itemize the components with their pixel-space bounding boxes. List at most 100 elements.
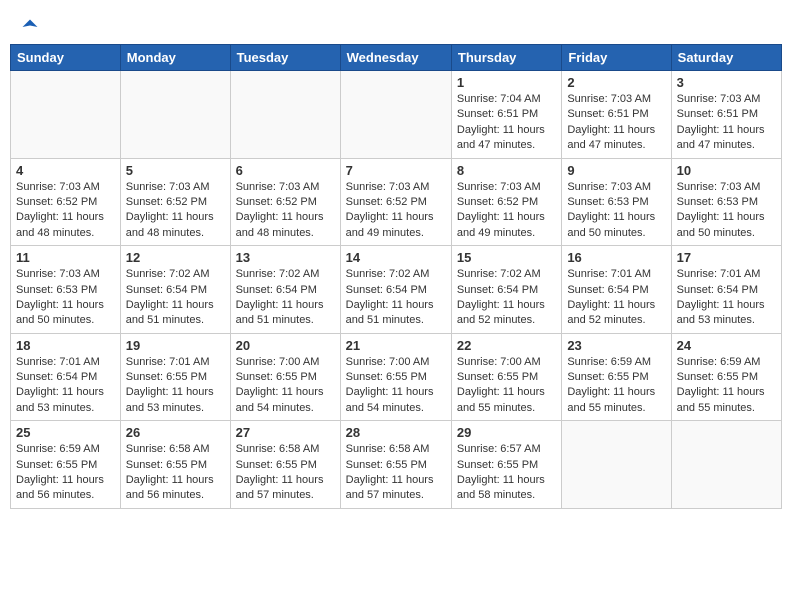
calendar-cell: 16 Sunrise: 7:01 AM Sunset: 6:54 PM Dayli… <box>562 246 671 334</box>
cell-content: Sunrise: 7:03 AM Sunset: 6:52 PM Dayligh… <box>236 180 335 242</box>
calendar-cell: 7 Sunrise: 7:03 AM Sunset: 6:52 PM Daylig… <box>340 158 451 246</box>
day-number: 4 <box>16 163 115 178</box>
day-number: 2 <box>567 75 665 90</box>
cell-content: Sunrise: 6:59 AM Sunset: 6:55 PM Dayligh… <box>16 442 115 504</box>
day-number: 17 <box>677 250 776 265</box>
calendar-cell <box>120 71 230 159</box>
calendar-cell: 6Sunrise: 7:03 AM Sunset: 6:52 PM Daylig… <box>230 158 340 246</box>
day-number: 1 <box>457 75 556 90</box>
day-number: 22 <box>457 338 556 353</box>
cell-content: Sunrise: 7:01 AM Sunset: 6:55 PM Dayligh… <box>126 355 225 417</box>
cell-content: Sunrise: 7:01 AM Sunset: 6:54 PM Dayligh… <box>677 267 776 329</box>
calendar-cell: 9 Sunrise: 7:03 AM Sunset: 6:53 PM Daylig… <box>562 158 671 246</box>
calendar-cell: 14 Sunrise: 7:02 AM Sunset: 6:54 PM Dayli… <box>340 246 451 334</box>
cell-content: Sunrise: 7:04 AM Sunset: 6:51 PM Dayligh… <box>457 92 556 154</box>
calendar-cell: 17 Sunrise: 7:01 AM Sunset: 6:54 PM Dayli… <box>671 246 781 334</box>
cell-content: Sunrise: 6:58 AM Sunset: 6:55 PM Dayligh… <box>236 442 335 504</box>
calendar-cell: 10Sunrise: 7:03 AM Sunset: 6:53 PM Dayli… <box>671 158 781 246</box>
calendar-cell: 15 Sunrise: 7:02 AM Sunset: 6:54 PM Dayli… <box>451 246 561 334</box>
calendar-cell: 27 Sunrise: 6:58 AM Sunset: 6:55 PM Dayli… <box>230 421 340 509</box>
calendar-cell: 1 Sunrise: 7:04 AM Sunset: 6:51 PM Daylig… <box>451 71 561 159</box>
calendar-cell: 18 Sunrise: 7:01 AM Sunset: 6:54 PM Dayli… <box>11 333 121 421</box>
calendar-cell: 24 Sunrise: 6:59 AM Sunset: 6:55 PM Dayli… <box>671 333 781 421</box>
calendar-cell: 4 Sunrise: 7:03 AM Sunset: 6:52 PM Daylig… <box>11 158 121 246</box>
calendar-header-row: SundayMondayTuesdayWednesdayThursdayFrid… <box>11 45 782 71</box>
calendar-cell: 22 Sunrise: 7:00 AM Sunset: 6:55 PM Dayli… <box>451 333 561 421</box>
day-number: 14 <box>346 250 446 265</box>
column-header-saturday: Saturday <box>671 45 781 71</box>
cell-content: Sunrise: 6:58 AM Sunset: 6:55 PM Dayligh… <box>126 442 225 504</box>
day-number: 25 <box>16 425 115 440</box>
calendar-cell: 5 Sunrise: 7:03 AM Sunset: 6:52 PM Daylig… <box>120 158 230 246</box>
day-number: 5 <box>126 163 225 178</box>
day-number: 10 <box>677 163 776 178</box>
calendar-cell: 12Sunrise: 7:02 AM Sunset: 6:54 PM Dayli… <box>120 246 230 334</box>
cell-content: Sunrise: 7:00 AM Sunset: 6:55 PM Dayligh… <box>236 355 335 417</box>
calendar-cell <box>671 421 781 509</box>
cell-content: Sunrise: 7:01 AM Sunset: 6:54 PM Dayligh… <box>16 355 115 417</box>
calendar-cell: 8 Sunrise: 7:03 AM Sunset: 6:52 PM Daylig… <box>451 158 561 246</box>
calendar-cell <box>11 71 121 159</box>
cell-content: Sunrise: 6:58 AM Sunset: 6:55 PM Dayligh… <box>346 442 446 504</box>
column-header-friday: Friday <box>562 45 671 71</box>
calendar-cell: 13Sunrise: 7:02 AM Sunset: 6:54 PM Dayli… <box>230 246 340 334</box>
column-header-thursday: Thursday <box>451 45 561 71</box>
calendar-cell: 19 Sunrise: 7:01 AM Sunset: 6:55 PM Dayli… <box>120 333 230 421</box>
day-number: 24 <box>677 338 776 353</box>
calendar-cell: 20 Sunrise: 7:00 AM Sunset: 6:55 PM Dayli… <box>230 333 340 421</box>
day-number: 29 <box>457 425 556 440</box>
day-number: 8 <box>457 163 556 178</box>
calendar-cell <box>562 421 671 509</box>
cell-content: Sunrise: 7:02 AM Sunset: 6:54 PM Dayligh… <box>236 267 335 329</box>
day-number: 18 <box>16 338 115 353</box>
calendar-table: SundayMondayTuesdayWednesdayThursdayFrid… <box>10 44 782 509</box>
cell-content: Sunrise: 7:03 AM Sunset: 6:53 PM Dayligh… <box>567 180 665 242</box>
day-number: 7 <box>346 163 446 178</box>
day-number: 15 <box>457 250 556 265</box>
cell-content: Sunrise: 7:03 AM Sunset: 6:51 PM Dayligh… <box>677 92 776 154</box>
day-number: 3 <box>677 75 776 90</box>
cell-content: Sunrise: 7:02 AM Sunset: 6:54 PM Dayligh… <box>457 267 556 329</box>
column-header-tuesday: Tuesday <box>230 45 340 71</box>
day-number: 27 <box>236 425 335 440</box>
day-number: 16 <box>567 250 665 265</box>
column-header-sunday: Sunday <box>11 45 121 71</box>
day-number: 21 <box>346 338 446 353</box>
page-header <box>10 10 782 40</box>
calendar-week-row: 4 Sunrise: 7:03 AM Sunset: 6:52 PM Daylig… <box>11 158 782 246</box>
cell-content: Sunrise: 7:03 AM Sunset: 6:52 PM Dayligh… <box>346 180 446 242</box>
cell-content: Sunrise: 7:01 AM Sunset: 6:54 PM Dayligh… <box>567 267 665 329</box>
calendar-cell: 28Sunrise: 6:58 AM Sunset: 6:55 PM Dayli… <box>340 421 451 509</box>
cell-content: Sunrise: 6:59 AM Sunset: 6:55 PM Dayligh… <box>677 355 776 417</box>
cell-content: Sunrise: 7:03 AM Sunset: 6:51 PM Dayligh… <box>567 92 665 154</box>
calendar-week-row: 1 Sunrise: 7:04 AM Sunset: 6:51 PM Daylig… <box>11 71 782 159</box>
logo-icon <box>21 18 39 36</box>
calendar-cell: 11 Sunrise: 7:03 AM Sunset: 6:53 PM Dayli… <box>11 246 121 334</box>
cell-content: Sunrise: 7:02 AM Sunset: 6:54 PM Dayligh… <box>126 267 225 329</box>
column-header-monday: Monday <box>120 45 230 71</box>
day-number: 20 <box>236 338 335 353</box>
calendar-week-row: 18 Sunrise: 7:01 AM Sunset: 6:54 PM Dayli… <box>11 333 782 421</box>
calendar-cell: 2 Sunrise: 7:03 AM Sunset: 6:51 PM Daylig… <box>562 71 671 159</box>
day-number: 11 <box>16 250 115 265</box>
calendar-cell: 25 Sunrise: 6:59 AM Sunset: 6:55 PM Dayli… <box>11 421 121 509</box>
cell-content: Sunrise: 6:59 AM Sunset: 6:55 PM Dayligh… <box>567 355 665 417</box>
cell-content: Sunrise: 7:00 AM Sunset: 6:55 PM Dayligh… <box>346 355 446 417</box>
day-number: 26 <box>126 425 225 440</box>
calendar-cell: 21 Sunrise: 7:00 AM Sunset: 6:55 PM Dayli… <box>340 333 451 421</box>
column-header-wednesday: Wednesday <box>340 45 451 71</box>
cell-content: Sunrise: 7:03 AM Sunset: 6:52 PM Dayligh… <box>457 180 556 242</box>
day-number: 23 <box>567 338 665 353</box>
cell-content: Sunrise: 7:03 AM Sunset: 6:53 PM Dayligh… <box>16 267 115 329</box>
day-number: 9 <box>567 163 665 178</box>
calendar-cell: 3 Sunrise: 7:03 AM Sunset: 6:51 PM Daylig… <box>671 71 781 159</box>
day-number: 19 <box>126 338 225 353</box>
cell-content: Sunrise: 7:03 AM Sunset: 6:52 PM Dayligh… <box>16 180 115 242</box>
calendar-cell <box>230 71 340 159</box>
calendar-cell <box>340 71 451 159</box>
calendar-week-row: 11 Sunrise: 7:03 AM Sunset: 6:53 PM Dayli… <box>11 246 782 334</box>
cell-content: Sunrise: 7:03 AM Sunset: 6:52 PM Dayligh… <box>126 180 225 242</box>
cell-content: Sunrise: 7:00 AM Sunset: 6:55 PM Dayligh… <box>457 355 556 417</box>
cell-content: Sunrise: 7:02 AM Sunset: 6:54 PM Dayligh… <box>346 267 446 329</box>
calendar-cell: 29Sunrise: 6:57 AM Sunset: 6:55 PM Dayli… <box>451 421 561 509</box>
